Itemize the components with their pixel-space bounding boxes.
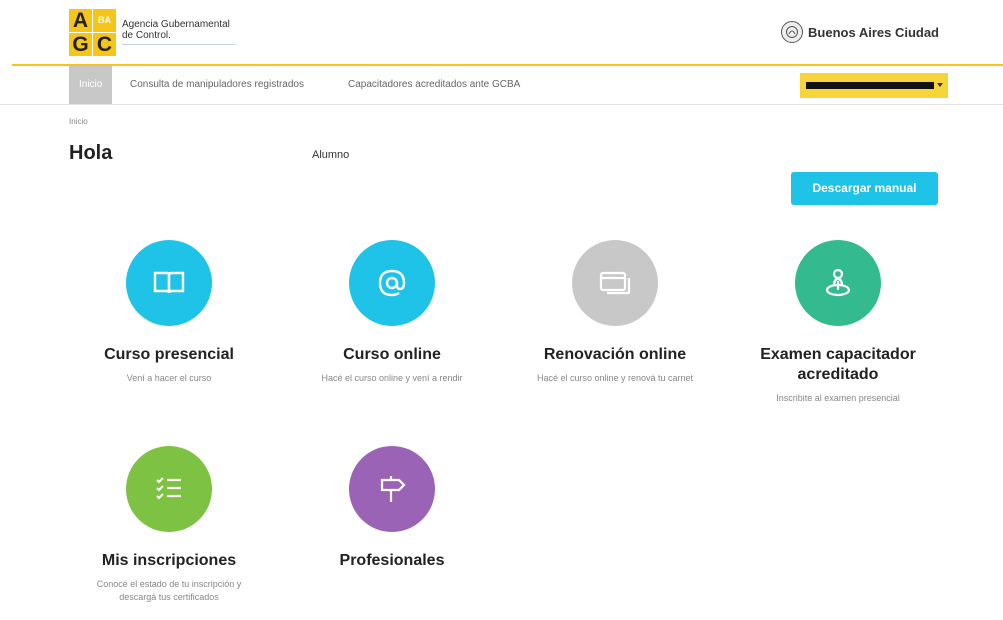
nav-item-manipuladores[interactable]: Consulta de manipuladores registrados bbox=[130, 66, 304, 104]
nav-item-inicio[interactable]: Inicio bbox=[69, 66, 113, 104]
logo-letter-a: A bbox=[69, 9, 92, 32]
user-menu-button[interactable] bbox=[800, 73, 948, 98]
card-title: Mis inscripciones bbox=[101, 552, 237, 569]
signpost-icon bbox=[349, 446, 435, 532]
card-curso-presencial[interactable]: Curso presencial Vení a hacer el curso bbox=[69, 240, 269, 385]
checklist-icon bbox=[126, 446, 212, 532]
card-profesionales[interactable]: Profesionales bbox=[292, 446, 492, 578]
card-title: Examen capacitador acreditado bbox=[738, 345, 938, 385]
card-title: Curso presencial bbox=[104, 346, 234, 363]
card-title: Curso online bbox=[343, 346, 441, 363]
chevron-down-icon bbox=[937, 83, 943, 87]
user-role: Alumno bbox=[312, 149, 350, 161]
download-manual-button[interactable]: Descargar manual bbox=[791, 172, 938, 205]
card-examen-capacitador[interactable]: Examen capacitador acreditado Inscribite… bbox=[738, 240, 938, 405]
card-subtitle: Vení a hacer el curso bbox=[126, 373, 212, 383]
card-mis-inscripciones[interactable]: Mis inscripciones Conocé el estado de tu… bbox=[69, 446, 269, 604]
agc-logo[interactable]: A BA G C bbox=[69, 9, 117, 57]
card-curso-online[interactable]: Curso online Hacé el curso online y vení… bbox=[292, 240, 492, 385]
org-name: Agencia Gubernamental de Control. bbox=[122, 19, 230, 41]
card-subtitle: Inscribite al examen presencial bbox=[776, 393, 900, 403]
org-underline bbox=[122, 44, 236, 45]
city-brand[interactable]: Buenos Aires Ciudad bbox=[781, 21, 939, 43]
card-renovacion-online[interactable]: Renovación online Hacé el curso online y… bbox=[515, 240, 715, 385]
location-person-icon bbox=[795, 240, 881, 326]
user-name-redacted bbox=[806, 82, 934, 89]
card-subtitle: Hacé el curso online y vení a rendir bbox=[321, 373, 463, 383]
org-name-line2: de Control. bbox=[122, 30, 171, 41]
logo-letter-ba: BA bbox=[93, 9, 116, 32]
city-name: Buenos Aires Ciudad bbox=[808, 24, 939, 40]
at-sign-icon bbox=[349, 240, 435, 326]
card-subtitle-line2: descargá tus certificados bbox=[119, 592, 219, 602]
book-icon bbox=[126, 240, 212, 326]
card-title-line2: acreditado bbox=[797, 366, 879, 383]
logo-letter-c: C bbox=[93, 33, 116, 56]
card-title: Renovación online bbox=[543, 346, 687, 363]
card-title-line1: Examen capacitador bbox=[760, 346, 916, 363]
card-subtitle-line1: Conocé el estado de tu inscripción y bbox=[96, 579, 242, 589]
nav-item-capacitadores[interactable]: Capacitadores acreditados ante GCBA bbox=[348, 66, 520, 104]
greeting-title: Hola bbox=[69, 142, 113, 164]
city-seal-icon bbox=[781, 21, 804, 43]
org-name-line1: Agencia Gubernamental bbox=[122, 19, 230, 30]
header: A BA G C Agencia Gubernamental de Contro… bbox=[0, 0, 1003, 64]
card-subtitle: Hacé el curso online y renová tu carnet bbox=[536, 373, 694, 383]
breadcrumb[interactable]: Inicio bbox=[69, 117, 88, 126]
card-title: Profesionales bbox=[339, 552, 445, 569]
logo-letter-g: G bbox=[69, 33, 92, 56]
card-subtitle: Conocé el estado de tu inscripción y des… bbox=[69, 578, 269, 604]
cards-icon bbox=[572, 240, 658, 326]
